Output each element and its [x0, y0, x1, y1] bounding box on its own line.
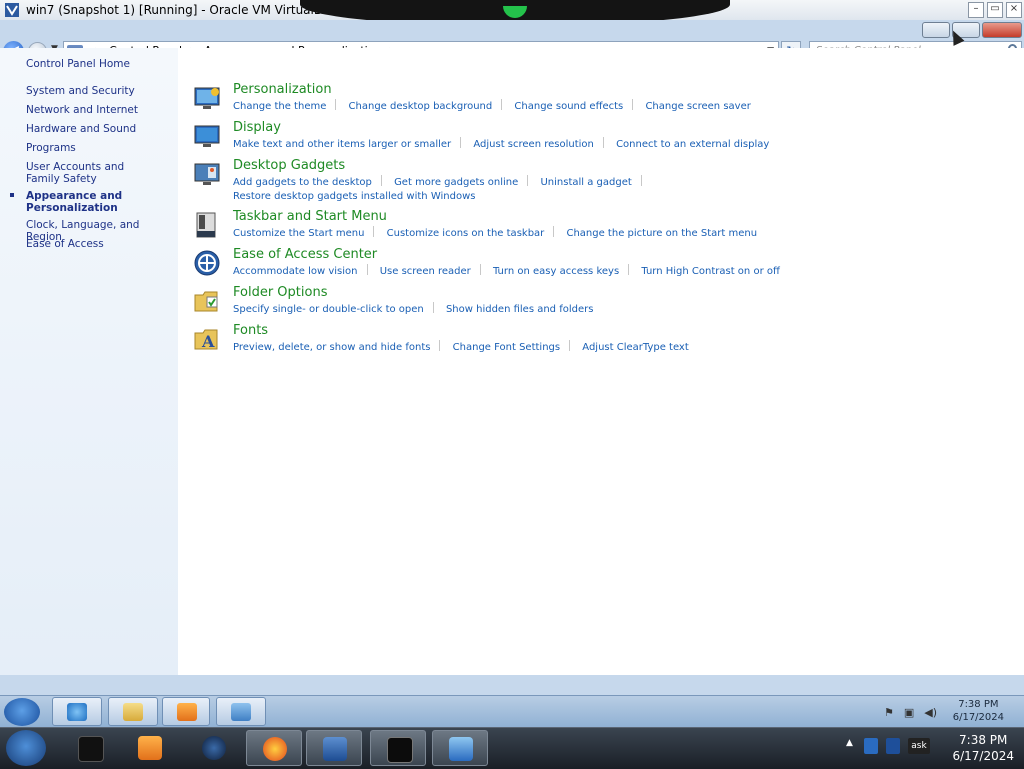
fonts-icon[interactable]: A [193, 325, 221, 353]
guest-control-panel-button[interactable] [216, 697, 266, 726]
link-change-start-picture[interactable]: Change the picture on the Start menu [566, 227, 757, 241]
link-screen-resolution[interactable]: Adjust screen resolution [473, 138, 594, 152]
link-screen-reader[interactable]: Use screen reader [380, 265, 471, 279]
host-app-firefox[interactable] [246, 730, 302, 766]
browser-icon [202, 736, 226, 760]
media-player-icon [177, 703, 197, 721]
host-app-virtualbox[interactable] [306, 730, 362, 766]
guest-media-player-button[interactable] [162, 697, 210, 726]
link-external-display[interactable]: Connect to an external display [616, 138, 769, 152]
guest-clock[interactable]: 7:38 PM 6/17/2024 [953, 698, 1004, 724]
host-time: 7:38 PM [959, 733, 1008, 747]
ease-of-access-title[interactable]: Ease of Access Center [233, 247, 377, 262]
host-app-terminal[interactable] [62, 730, 118, 766]
link-change-desktop-background[interactable]: Change desktop background [349, 100, 493, 114]
host-date: 6/17/2024 [952, 749, 1014, 763]
link-access-keys[interactable]: Turn on easy access keys [493, 265, 619, 279]
link-high-contrast[interactable]: Turn High Contrast on or off [641, 265, 780, 279]
virtualbox-icon [323, 737, 347, 761]
host-restore-button[interactable]: ▭ [987, 2, 1003, 18]
left-navigation-pane: Control Panel Home System and Security N… [0, 48, 178, 675]
firefox-icon [263, 737, 287, 761]
host-start-button[interactable] [6, 730, 46, 766]
sidebar-item-ease-of-access[interactable]: Ease of Access [26, 238, 171, 250]
host-app-browser[interactable] [186, 730, 242, 766]
ease-of-access-icon[interactable] [193, 249, 221, 277]
guest-ie-button[interactable] [52, 697, 102, 726]
taskbar-start-menu-title[interactable]: Taskbar and Start Menu [233, 209, 387, 224]
link-low-vision[interactable]: Accommodate low vision [233, 265, 358, 279]
sidebar-item-user-accounts[interactable]: User Accounts and Family Safety [26, 161, 156, 185]
tray-monitor-icon[interactable] [886, 738, 900, 754]
link-customize-start-menu[interactable]: Customize the Start menu [233, 227, 364, 241]
display-icon[interactable] [193, 122, 221, 150]
link-change-theme[interactable]: Change the theme [233, 100, 326, 114]
link-change-sound-effects[interactable]: Change sound effects [514, 100, 623, 114]
link-add-gadgets[interactable]: Add gadgets to the desktop [233, 176, 372, 190]
host-tray-icons: ▲ ask [846, 738, 930, 754]
host-app-window-preview[interactable] [370, 730, 426, 766]
link-text-size[interactable]: Make text and other items larger or smal… [233, 138, 451, 152]
host-close-button[interactable]: × [1006, 2, 1022, 18]
guest-taskbar: ⚑ ▣ ◀) 7:38 PM 6/17/2024 [0, 695, 1024, 728]
taskbar-icon[interactable] [193, 211, 221, 239]
link-show-hidden-files[interactable]: Show hidden files and folders [446, 303, 594, 317]
link-uninstall-gadget[interactable]: Uninstall a gadget [540, 176, 631, 190]
active-bullet-icon [10, 193, 14, 197]
desktop-gadgets-title[interactable]: Desktop Gadgets [233, 158, 345, 173]
host-app-win7-vm[interactable] [432, 730, 488, 766]
virtualbox-window-title: win7 (Snapshot 1) [Running] - Oracle VM … [26, 3, 337, 17]
guest-time: 7:38 PM [958, 699, 999, 710]
folder-options-title[interactable]: Folder Options [233, 285, 327, 300]
host-clock[interactable]: 7:38 PM 6/17/2024 [952, 732, 1014, 764]
network-icon[interactable]: ▣ [904, 706, 914, 719]
guest-date: 6/17/2024 [952, 712, 1004, 723]
link-customize-taskbar-icons[interactable]: Customize icons on the taskbar [387, 227, 545, 241]
link-font-settings[interactable]: Change Font Settings [453, 341, 560, 355]
link-cleartype[interactable]: Adjust ClearType text [582, 341, 688, 355]
control-panel-home-link[interactable]: Control Panel Home [26, 58, 130, 70]
flag-icon[interactable]: ⚑ [884, 706, 894, 719]
personalization-icon[interactable] [193, 84, 221, 112]
guest-tray-icons: ⚑ ▣ ◀) [884, 706, 937, 719]
folder-options-icon[interactable] [193, 287, 221, 315]
svg-text:A: A [201, 332, 215, 351]
virtualbox-icon [4, 2, 20, 18]
guest-explorer-button[interactable] [108, 697, 158, 726]
close-button[interactable] [982, 22, 1022, 38]
sidebar-item-hardware-sound[interactable]: Hardware and Sound [26, 123, 171, 135]
tray-app-icon[interactable] [864, 738, 878, 754]
display-title[interactable]: Display [233, 120, 281, 135]
sidebar-item-programs[interactable]: Programs [26, 142, 171, 154]
host-app-media-player[interactable] [122, 730, 178, 766]
internet-explorer-icon [67, 703, 87, 721]
content-pane: Personalization Change the theme Change … [178, 48, 1024, 675]
link-single-double-click[interactable]: Specify single- or double-click to open [233, 303, 424, 317]
sidebar-item-appearance: Appearance and Personalization [10, 190, 136, 214]
guest-start-button[interactable] [4, 698, 40, 726]
window-preview-icon [387, 737, 413, 763]
link-preview-fonts[interactable]: Preview, delete, or show and hide fonts [233, 341, 430, 355]
host-taskbar: ▲ ask 7:38 PM 6/17/2024 [0, 727, 1024, 769]
desktop-gadgets-icon[interactable] [193, 160, 221, 188]
sidebar-item-network-internet[interactable]: Network and Internet [26, 104, 171, 116]
terminal-icon [78, 736, 104, 762]
sidebar-item-system-security[interactable]: System and Security [26, 85, 171, 97]
minimize-button[interactable] [922, 22, 950, 38]
volume-icon[interactable]: ◀) [924, 706, 937, 719]
link-more-gadgets-online[interactable]: Get more gadgets online [394, 176, 518, 190]
tray-ask-icon[interactable]: ask [908, 738, 930, 754]
folder-icon [123, 703, 143, 721]
control-panel-icon [231, 703, 251, 721]
sidebar-item-appearance-label: Appearance and Personalization [26, 190, 123, 214]
personalization-title[interactable]: Personalization [233, 82, 332, 97]
link-restore-gadgets[interactable]: Restore desktop gadgets installed with W… [233, 190, 475, 204]
win7-vm-icon [449, 737, 473, 761]
media-player-icon [138, 736, 162, 760]
fonts-title[interactable]: Fonts [233, 323, 268, 338]
host-minimize-button[interactable]: – [968, 2, 984, 18]
link-change-screen-saver[interactable]: Change screen saver [645, 100, 750, 114]
tray-expand-icon[interactable]: ▲ [846, 738, 856, 754]
